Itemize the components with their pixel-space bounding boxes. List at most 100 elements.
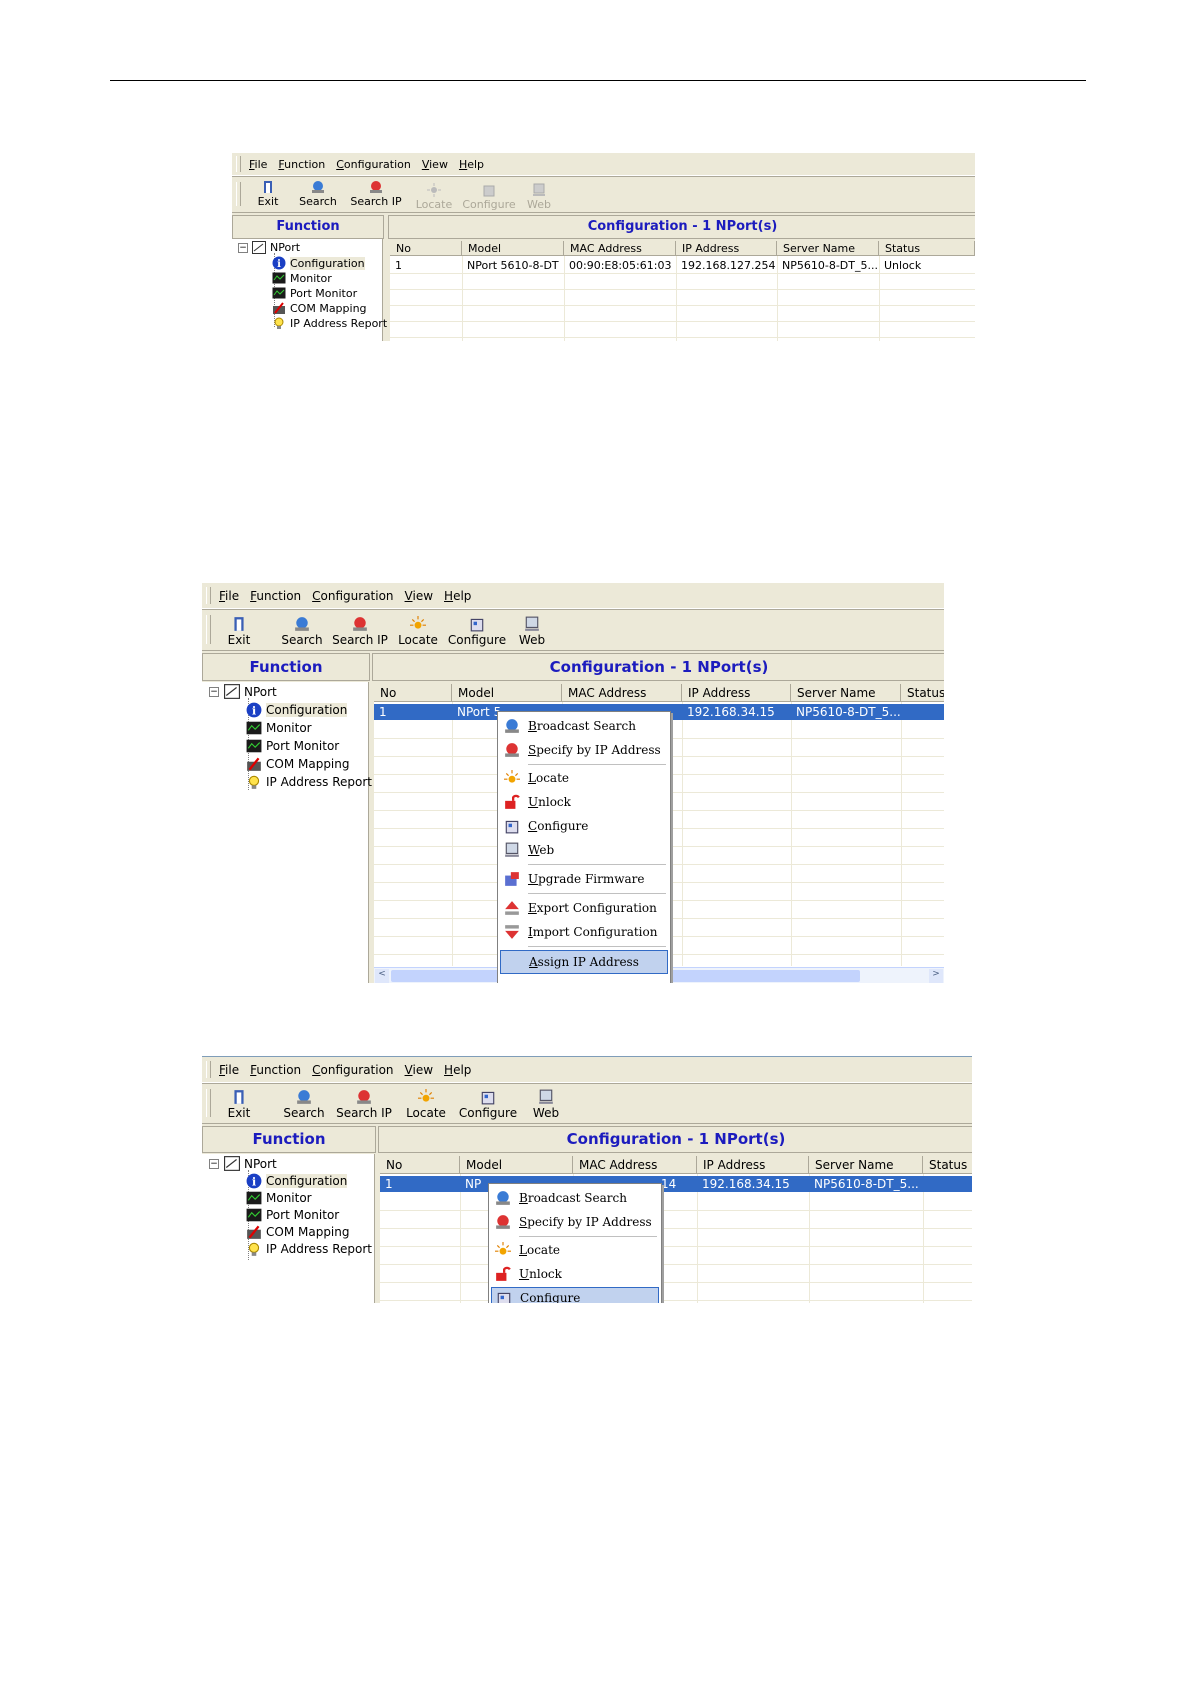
ctx-broadcast-search[interactable]: Broadcast Search [491,1187,659,1209]
tree-collapse-toggle[interactable]: − [238,243,248,253]
configure-button[interactable]: Configure [462,183,516,211]
search-ip-button[interactable]: Search IP [336,1089,392,1120]
tree-item-monitor[interactable]: Monitor [246,1189,312,1206]
menu-view[interactable]: View [405,1063,433,1077]
column-mac-address[interactable]: MAC Address [562,684,682,702]
exit-button[interactable]: Exit [224,1089,254,1120]
menu-view[interactable]: View [405,589,433,603]
ctx-unlock[interactable]: Unlock [491,1263,659,1285]
menu-configuration[interactable]: Configuration [336,158,411,171]
ctx-upgrade-firmware[interactable]: Upgrade Firmware [500,868,668,890]
search-icon [505,719,519,733]
screenshot-1: File Function Configuration View Help Ex… [232,153,975,341]
ctx-specify-by-ip-address[interactable]: Specify by IP Address [500,739,668,761]
exit-button[interactable]: Exit [254,180,282,208]
menu-help[interactable]: Help [444,1063,471,1077]
column-status[interactable]: Status [923,1156,972,1174]
ctx-configure[interactable]: Configure [500,815,668,837]
configure-button[interactable]: Configure [448,616,506,647]
column-ip-address[interactable]: IP Address [697,1156,809,1174]
column-no[interactable]: No [374,684,452,702]
tree-item-ip-address-report[interactable]: IP Address Report [272,316,387,330]
ctx-unlock[interactable]: Unlock [500,791,668,813]
ctx-configure[interactable]: Configure [491,1287,659,1303]
search-icon [295,617,309,631]
column-server-name[interactable]: Server Name [791,684,901,702]
search-button[interactable]: Search [280,616,324,647]
web-button[interactable]: Web [516,616,548,647]
ctx-broadcast-search[interactable]: Broadcast Search [500,715,668,737]
column-server-name[interactable]: Server Name [809,1156,923,1174]
menu-help[interactable]: Help [459,158,484,171]
tree-item-ip-address-report[interactable]: IP Address Report [246,1240,372,1257]
table-row-selected[interactable]: 1 NP 14 192.168.34.15 NP5610-8-DT_5... [380,1176,972,1192]
ctx-specify-by-ip-address[interactable]: Specify by IP Address [491,1211,659,1233]
configure-button[interactable]: Configure [459,1089,517,1120]
search-button[interactable]: Search [298,180,338,208]
table-row[interactable]: 1 NPort 5610-8-DT 00:90:E8:05:61:03 192.… [390,258,975,273]
nport-icon [224,1156,240,1171]
ctx-locate[interactable]: Locate [500,767,668,789]
menu-view[interactable]: View [422,158,448,171]
column-model[interactable]: Model [452,684,562,702]
column-model[interactable]: Model [460,1156,573,1174]
tree-root-nport[interactable]: NPort [252,240,300,254]
search-button[interactable]: Search [282,1089,326,1120]
ctx-assign-ip-address[interactable]: Assign IP Address [500,950,668,974]
tree-collapse-toggle[interactable]: − [209,687,219,697]
tree-item-configuration[interactable]: i Configuration [272,256,365,270]
tree-item-port-monitor[interactable]: Port Monitor [246,1206,339,1223]
column-server-name[interactable]: Server Name [777,241,879,256]
column-status[interactable]: Status [879,241,975,256]
web-button[interactable]: Web [530,1089,562,1120]
tree-root-nport[interactable]: NPort [224,683,277,700]
menu-function[interactable]: Function [278,158,325,171]
tree-item-ip-address-report[interactable]: IP Address Report [246,773,372,790]
ctx-export-configuration[interactable]: Export Configuration [500,897,668,919]
locate-button[interactable]: Locate [396,616,440,647]
menu-function[interactable]: Function [250,1063,301,1077]
tree-item-configuration[interactable]: i Configuration [246,1172,348,1189]
scroll-right-arrow[interactable]: > [929,969,943,983]
menu-help[interactable]: Help [444,589,471,603]
menu-file[interactable]: File [219,589,239,603]
tree-root-nport[interactable]: NPort [224,1155,277,1172]
column-model[interactable]: Model [462,241,564,256]
search-ip-button[interactable]: Search IP [332,616,388,647]
tree-item-configuration[interactable]: i Configuration [246,701,348,718]
column-ip-address[interactable]: IP Address [676,241,777,256]
locate-button[interactable]: Locate [404,1089,448,1120]
tree-item-monitor[interactable]: Monitor [246,719,312,736]
search-ip-button[interactable]: Search IP [350,180,402,208]
web-button[interactable]: Web [524,183,554,211]
column-no[interactable]: No [380,1156,460,1174]
scroll-left-arrow[interactable]: < [375,969,389,983]
menu-file[interactable]: File [249,158,267,171]
tree-item-com-mapping[interactable]: COM Mapping [272,301,367,315]
screenshot-3: File Function Configuration View Help Ex… [202,1056,972,1303]
monitor-icon [272,272,286,284]
locate-button[interactable]: Locate [413,183,455,211]
ctx-import-configuration[interactable]: Import Configuration [500,921,668,943]
tree-item-port-monitor[interactable]: Port Monitor [246,737,339,754]
column-status[interactable]: Status [901,684,944,702]
tree-collapse-toggle[interactable]: − [209,1159,219,1169]
menu-configuration[interactable]: Configuration [312,589,393,603]
search-icon [496,1191,510,1205]
menu-function[interactable]: Function [250,589,301,603]
column-mac-address[interactable]: MAC Address [573,1156,697,1174]
menu-configuration[interactable]: Configuration [312,1063,393,1077]
tree-item-port-monitor[interactable]: Port Monitor [272,286,357,300]
column-ip-address[interactable]: IP Address [682,684,791,702]
column-mac-address[interactable]: MAC Address [564,241,676,256]
column-no[interactable]: No [390,241,462,256]
ctx-web[interactable]: Web [500,839,668,861]
ctx-locate[interactable]: Locate [491,1239,659,1261]
tree-item-monitor[interactable]: Monitor [272,271,332,285]
locate-icon [504,770,520,783]
tree-item-com-mapping[interactable]: COM Mapping [246,755,350,772]
menu-file[interactable]: File [219,1063,239,1077]
tree-item-com-mapping[interactable]: COM Mapping [246,1223,350,1240]
exit-button[interactable]: Exit [224,616,254,647]
search-icon [297,1090,311,1104]
